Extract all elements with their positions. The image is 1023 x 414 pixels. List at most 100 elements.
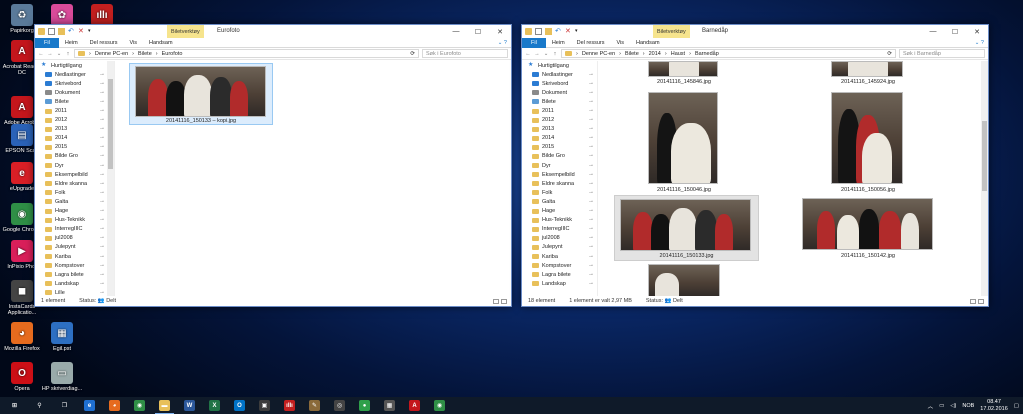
pin-icon[interactable]: ⊸: [100, 208, 104, 214]
pin-icon[interactable]: ⊸: [100, 244, 104, 250]
tab-file[interactable]: Fil: [522, 37, 546, 48]
file-item-selected[interactable]: 20141116_150133 – kopi.jpg: [129, 63, 273, 125]
volume-icon[interactable]: ◁): [950, 403, 956, 409]
chrome-icon[interactable]: ◉: [127, 397, 152, 414]
pin-icon[interactable]: ⊸: [589, 272, 593, 278]
nav-item-folk[interactable]: Folk ⊸: [35, 188, 114, 197]
camera-app-icon[interactable]: ◎: [327, 397, 352, 414]
breadcrumb-pictures[interactable]: Bilete: [138, 51, 152, 57]
nav-item-interregiiic[interactable]: InterregIIIC ⊸: [522, 225, 597, 234]
delete-icon[interactable]: ✕: [565, 28, 572, 35]
recent-chevron-icon[interactable]: ⌄: [56, 51, 62, 57]
pin-icon[interactable]: ⊸: [100, 254, 104, 260]
nav-item-hus-teknikk[interactable]: Hus-Teknikk ⊸: [35, 216, 114, 225]
desktop-icon-firefox[interactable]: ◕ Mozilla Firefox: [0, 322, 44, 352]
nav-item-landskap[interactable]: Landskap ⊸: [35, 279, 114, 288]
tab-manage[interactable]: Handsam: [143, 38, 179, 48]
start-icon[interactable]: ⊞: [2, 397, 27, 414]
picture-editor-icon[interactable]: ✎: [302, 397, 327, 414]
nav-item-kariba[interactable]: Kariba ⊸: [35, 252, 114, 261]
nav-item-2015[interactable]: 2015 ⊸: [522, 143, 597, 152]
search-input[interactable]: Søk i Eurofoto: [422, 49, 508, 58]
forward-arrow-icon[interactable]: →: [534, 51, 540, 57]
nav-item-hurtigtilgang[interactable]: ★ Hurtigtilgang: [35, 61, 114, 70]
tab-home[interactable]: Heim: [546, 38, 571, 48]
nav-item-2015[interactable]: 2015 ⊸: [35, 143, 114, 152]
minimize-button[interactable]: —: [922, 25, 944, 38]
nav-item-skrivebord[interactable]: Skrivebord ⊸: [35, 79, 114, 88]
tray-chevron-icon[interactable]: ︿: [928, 402, 934, 410]
back-arrow-icon[interactable]: ←: [525, 51, 531, 57]
up-arrow-icon[interactable]: ↑: [552, 51, 558, 57]
nav-item-2013[interactable]: 2013 ⊸: [522, 125, 597, 134]
desktop-icon-opera[interactable]: O Opera: [0, 362, 44, 392]
photo-thumbnail[interactable]: [802, 198, 933, 250]
breadcrumb-barnedap[interactable]: Barnedåp: [695, 51, 719, 57]
nav-item-2011[interactable]: 2011 ⊸: [35, 106, 114, 115]
nav-item-kompstover[interactable]: Kompstover ⊸: [522, 261, 597, 270]
language-indicator[interactable]: NOB: [962, 403, 974, 409]
pin-icon[interactable]: ⊸: [100, 90, 104, 96]
file-name[interactable]: 20141116_145924.jpg: [816, 79, 920, 85]
tab-view[interactable]: Vis: [610, 38, 630, 48]
photo-thumbnail[interactable]: [831, 61, 903, 77]
nav-item-lagra-bilete[interactable]: Lagra bilete ⊸: [522, 270, 597, 279]
new-folder-icon[interactable]: [58, 28, 65, 35]
pin-icon[interactable]: ⊸: [589, 190, 593, 196]
search-icon[interactable]: ⚲: [27, 397, 52, 414]
details-view-icon[interactable]: [493, 298, 499, 304]
tab-manage[interactable]: Handsam: [630, 38, 666, 48]
nav-item-bilete[interactable]: Bilete ⊸: [522, 97, 597, 106]
pin-icon[interactable]: ⊸: [100, 72, 104, 78]
pin-icon[interactable]: ⊸: [589, 163, 593, 169]
pin-icon[interactable]: ⊸: [589, 99, 593, 105]
photo-thumbnail[interactable]: [648, 61, 718, 77]
file-item-selected[interactable]: 20141116_150133.jpg: [614, 195, 759, 261]
breadcrumb-2014[interactable]: 2014: [649, 51, 661, 57]
pin-icon[interactable]: ⊸: [589, 81, 593, 87]
nav-item-bilete[interactable]: Bilete ⊸: [35, 97, 114, 106]
photo-thumbnail[interactable]: [648, 92, 718, 184]
refresh-icon[interactable]: ⟳: [887, 51, 892, 57]
word-icon[interactable]: W: [177, 397, 202, 414]
undo-icon[interactable]: ↶: [555, 28, 562, 35]
nav-item-galta[interactable]: Galta ⊸: [35, 197, 114, 206]
maximize-button[interactable]: ☐: [467, 25, 489, 38]
search-input[interactable]: Søk i Barnedåp: [899, 49, 985, 58]
photo-thumbnail[interactable]: [831, 92, 903, 184]
nav-item-eksempelbild[interactable]: Eksempelbild ⊸: [35, 170, 114, 179]
title-bar[interactable]: ↶ ✕ ▾ Biletverktøy Barnedåp — ☐ ✕: [522, 25, 988, 38]
pin-icon[interactable]: ⊸: [589, 153, 593, 159]
pin-icon[interactable]: ⊸: [589, 181, 593, 187]
nav-item-lagra-bilete[interactable]: Lagra bilete ⊸: [35, 270, 114, 279]
pin-icon[interactable]: ⊸: [100, 153, 104, 159]
address-bar[interactable]: › Denne PC-en › Bilete › Eurofoto ⟳: [74, 49, 419, 58]
pin-icon[interactable]: ⊸: [589, 244, 593, 250]
pin-icon[interactable]: ⊸: [100, 281, 104, 287]
nav-item-2012[interactable]: 2012 ⊸: [35, 116, 114, 125]
nav-item-2014[interactable]: 2014 ⊸: [35, 134, 114, 143]
pin-icon[interactable]: ⊸: [589, 281, 593, 287]
pin-icon[interactable]: ⊸: [589, 108, 593, 114]
quick-access-chevron-icon[interactable]: ▾: [88, 28, 95, 35]
clock[interactable]: 08.47 17.02.2016: [980, 399, 1008, 412]
pin-icon[interactable]: ⊸: [100, 263, 104, 269]
nav-item-hage[interactable]: Hage ⊸: [522, 207, 597, 216]
breadcrumb-eurofoto[interactable]: Eurofoto: [162, 51, 183, 57]
pin-icon[interactable]: ⊸: [589, 235, 593, 241]
nav-item-eksempelbild[interactable]: Eksempelbild ⊸: [522, 170, 597, 179]
nav-item-hus-teknikk[interactable]: Hus-Teknikk ⊸: [522, 216, 597, 225]
back-arrow-icon[interactable]: ←: [38, 51, 44, 57]
pin-icon[interactable]: ⊸: [100, 290, 104, 296]
calendar-icon[interactable]: ▦: [377, 397, 402, 414]
pin-icon[interactable]: ⊸: [589, 226, 593, 232]
nav-item-landskap[interactable]: Landskap ⊸: [522, 279, 597, 288]
breadcrumb-this-pc[interactable]: Denne PC-en: [582, 51, 615, 57]
nav-item-dokument[interactable]: Dokument ⊸: [522, 88, 597, 97]
nav-item-kariba[interactable]: Kariba ⊸: [522, 252, 597, 261]
pin-icon[interactable]: ⊸: [100, 199, 104, 205]
pin-icon[interactable]: ⊸: [100, 144, 104, 150]
pin-icon[interactable]: ⊸: [589, 172, 593, 178]
desktop-icon-hp-printer[interactable]: ▭ HP skriverdiag...: [40, 362, 84, 392]
properties-icon[interactable]: [48, 28, 55, 35]
